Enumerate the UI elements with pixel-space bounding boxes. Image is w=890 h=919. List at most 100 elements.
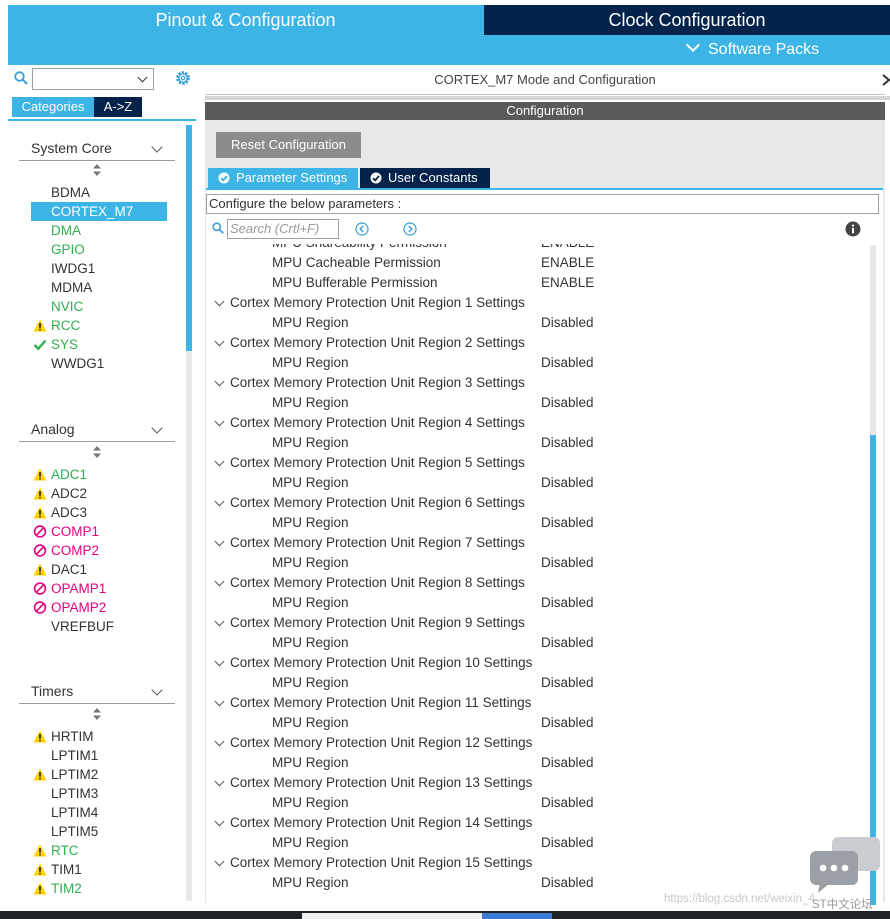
peripheral-item-lptim4[interactable]: LPTIM4 [31,803,167,822]
peripheral-item-lptim1[interactable]: LPTIM1 [31,746,167,765]
group-label[interactable]: Cortex Memory Protection Unit Region 11 … [230,693,531,713]
peripheral-item-iwdg1[interactable]: IWDG1 [31,259,167,278]
sort-icon[interactable] [93,164,101,176]
group-label[interactable]: Cortex Memory Protection Unit Region 8 S… [230,573,525,593]
parameter-value[interactable]: Disabled [541,633,594,653]
chevron-down-icon[interactable] [214,656,225,667]
peripheral-item-vrefbuf[interactable]: VREFBUF [31,617,167,636]
parameter-row[interactable]: MPU Region Disabled [206,313,870,333]
peripheral-item-nvic[interactable]: NVIC [31,297,167,316]
parameter-row[interactable]: MPU Region Disabled [206,593,870,613]
parameter-row[interactable]: MPU Region Disabled [206,433,870,453]
chevron-down-icon[interactable] [214,856,225,867]
chevron-down-icon[interactable] [214,736,225,747]
group-label[interactable]: Cortex Memory Protection Unit Region 1 S… [230,293,525,313]
category-header-system-core[interactable]: System Core [19,137,175,161]
parameter-value[interactable]: Disabled [541,833,594,853]
parameter-row[interactable]: MPU Region Disabled [206,793,870,813]
tab-clock-configuration[interactable]: Clock Configuration [484,5,890,35]
parameter-row[interactable]: MPU Region Disabled [206,673,870,693]
peripheral-item-opamp2[interactable]: OPAMP2 [31,598,167,617]
chevron-down-icon[interactable] [214,536,225,547]
parameter-row[interactable]: MPU Region Disabled [206,833,870,853]
tab-categories[interactable]: Categories [12,97,94,117]
group-label[interactable]: Cortex Memory Protection Unit Region 2 S… [230,333,525,353]
left-scrollbar-thumb[interactable] [186,125,192,351]
reset-configuration-button[interactable]: Reset Configuration [216,132,361,158]
parameter-value[interactable]: Disabled [541,433,594,453]
parameter-value[interactable]: Disabled [541,793,594,813]
parameter-value[interactable]: ENABLE [541,273,594,293]
group-label[interactable]: Cortex Memory Protection Unit Region 3 S… [230,373,525,393]
gear-icon[interactable] [174,69,192,87]
parameter-value[interactable]: Disabled [541,713,594,733]
chevron-down-icon[interactable] [214,616,225,627]
peripheral-item-rcc[interactable]: RCC [31,316,167,335]
group-label[interactable]: Cortex Memory Protection Unit Region 5 S… [230,453,525,473]
parameter-value[interactable]: Disabled [541,673,594,693]
parameter-value[interactable]: Disabled [541,473,594,493]
peripheral-item-adc3[interactable]: ADC3 [31,503,167,522]
peripheral-item-tim2[interactable]: TIM2 [31,879,167,898]
peripheral-item-adc1[interactable]: ADC1 [31,465,167,484]
info-icon[interactable] [845,221,861,237]
group-label[interactable]: Cortex Memory Protection Unit Region 12 … [230,733,532,753]
parameter-value[interactable]: Disabled [541,593,594,613]
chevron-down-icon[interactable] [214,496,225,507]
peripheral-item-gpio[interactable]: GPIO [31,240,167,259]
peripheral-item-cortex-m7[interactable]: CORTEX_M7 [31,202,167,221]
tab-pinout-configuration[interactable]: Pinout & Configuration [8,5,483,35]
group-label[interactable]: Cortex Memory Protection Unit Region 9 S… [230,613,525,633]
chevron-down-icon[interactable] [214,816,225,827]
parameter-row[interactable]: MPU Region Disabled [206,353,870,373]
parameter-value[interactable]: Disabled [541,513,594,533]
chevron-down-icon[interactable] [214,576,225,587]
peripheral-item-comp1[interactable]: COMP1 [31,522,167,541]
peripheral-item-adc2[interactable]: ADC2 [31,484,167,503]
peripheral-item-dma[interactable]: DMA [31,221,167,240]
tab-parameter-settings[interactable]: Parameter Settings [208,168,358,188]
peripheral-item-mdma[interactable]: MDMA [31,278,167,297]
group-label[interactable]: Cortex Memory Protection Unit Region 14 … [230,813,532,833]
peripheral-item-wwdg1[interactable]: WWDG1 [31,354,167,373]
parameter-row[interactable]: MPU Region Disabled [206,753,870,773]
peripheral-item-hrtim[interactable]: HRTIM [31,727,167,746]
peripheral-search-combo[interactable] [32,68,154,90]
parameter-value[interactable]: Disabled [541,313,594,333]
parameter-row[interactable]: MPU Region Disabled [206,553,870,573]
search-icon[interactable] [14,71,28,85]
peripheral-item-bdma[interactable]: BDMA [31,183,167,202]
group-label[interactable]: Cortex Memory Protection Unit Region 13 … [230,773,532,793]
tab-user-constants[interactable]: User Constants [360,168,490,188]
search-next-icon[interactable] [403,222,417,236]
left-scrollbar[interactable] [186,125,192,901]
parameter-row[interactable]: MPU Region Disabled [206,633,870,653]
parameter-row[interactable]: MPU Region Disabled [206,473,870,493]
tab-a-to-z[interactable]: A->Z [94,97,142,117]
peripheral-item-rtc[interactable]: RTC [31,841,167,860]
parameter-value[interactable]: Disabled [541,553,594,573]
parameter-search-input[interactable]: Search (Crtl+F) [227,219,339,239]
chevron-down-icon[interactable] [214,776,225,787]
parameter-row[interactable]: MPU Region Disabled [206,713,870,733]
parameter-value[interactable]: Disabled [541,393,594,413]
peripheral-item-sys[interactable]: SYS [31,335,167,354]
peripheral-item-tim1[interactable]: TIM1 [31,860,167,879]
parameter-value[interactable]: Disabled [541,873,594,893]
parameter-row[interactable]: MPU Bufferable Permission ENABLE [206,273,870,293]
parameter-row[interactable]: MPU Region Disabled [206,393,870,413]
peripheral-item-opamp1[interactable]: OPAMP1 [31,579,167,598]
parameter-value[interactable]: Disabled [541,753,594,773]
parameter-value[interactable]: ENABLE [541,244,594,253]
parameter-value[interactable]: ENABLE [541,253,594,273]
parameter-row[interactable]: MPU Region Disabled [206,513,870,533]
sort-icon[interactable] [93,708,101,720]
category-header-analog[interactable]: Analog [19,418,175,442]
parameter-row[interactable]: MPU Cacheable Permission ENABLE [206,253,870,273]
category-header-timers[interactable]: Timers [19,680,175,704]
collapse-arrow-icon[interactable] [882,69,890,91]
group-label[interactable]: Cortex Memory Protection Unit Region 4 S… [230,413,525,433]
parameter-row[interactable]: MPU Region Disabled [206,873,870,893]
chevron-down-icon[interactable] [214,456,225,467]
chevron-down-icon[interactable] [214,296,225,307]
